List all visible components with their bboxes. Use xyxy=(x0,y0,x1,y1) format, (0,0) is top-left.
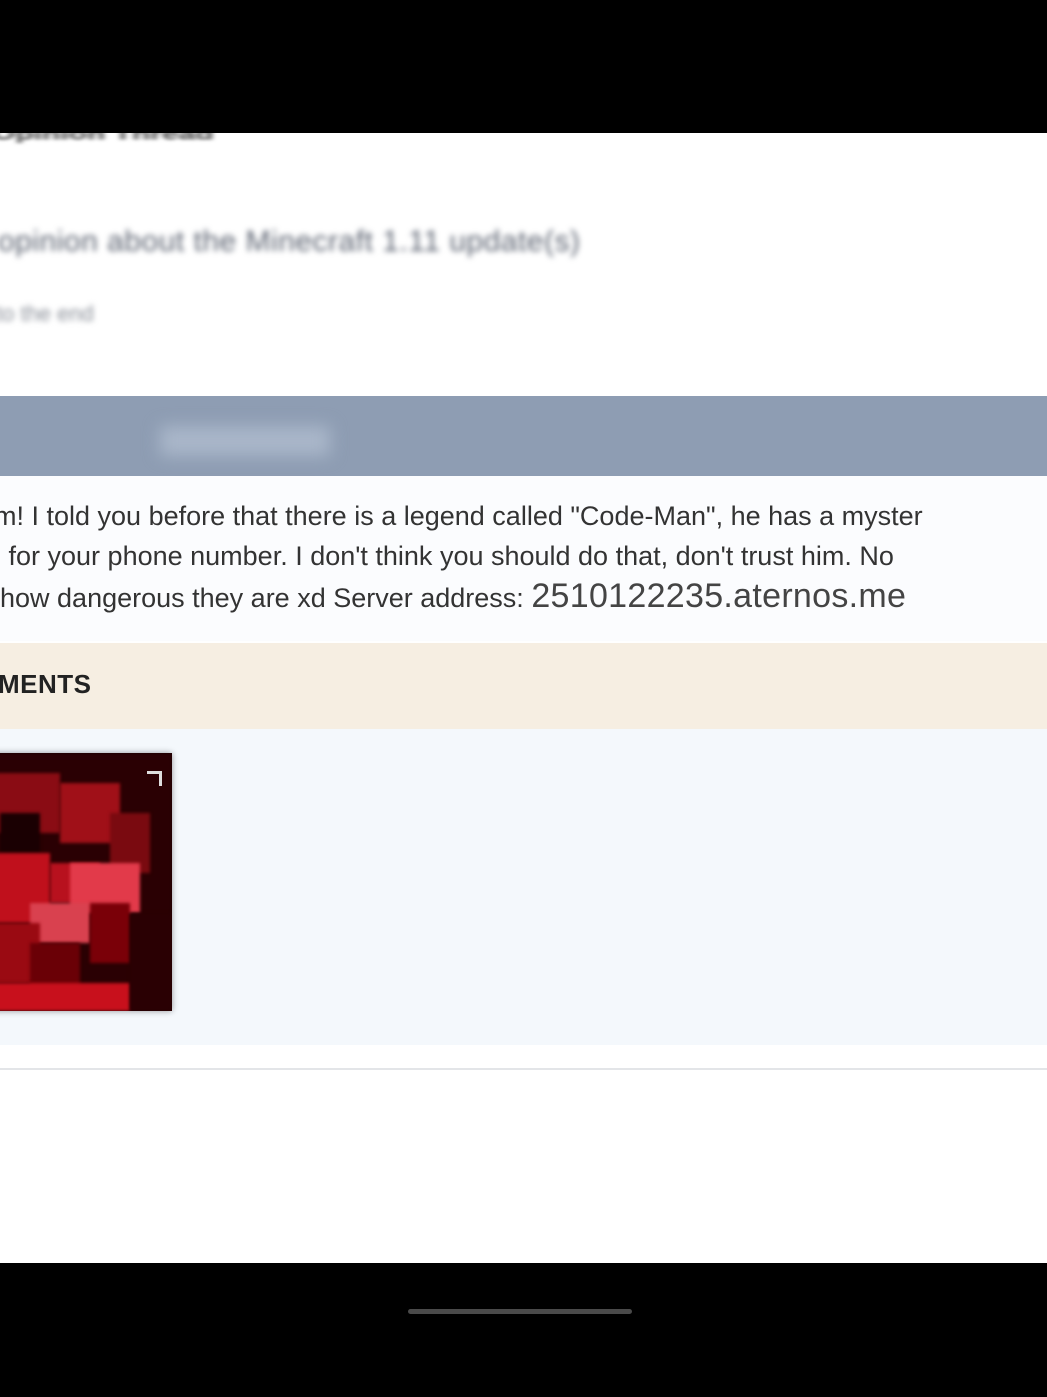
post-body: m! I told you before that there is a leg… xyxy=(0,476,1047,641)
attachments-label: MENTS xyxy=(0,669,92,699)
attachments-header: MENTS xyxy=(0,643,1047,729)
thread-subject: opinion about the Minecraft 1.11 update(… xyxy=(0,225,581,258)
home-indicator[interactable] xyxy=(408,1309,632,1314)
post-line-3-text: how dangerous they are xd Server address… xyxy=(0,583,532,613)
expand-corner-icon xyxy=(147,771,162,786)
attachments-panel xyxy=(0,729,1047,1045)
thread-title: Opinion Thread xyxy=(0,133,214,144)
post-text: m! I told you before that there is a leg… xyxy=(0,496,1047,618)
attachment-thumbnail[interactable] xyxy=(0,753,172,1011)
post-line-2: u for your phone number. I don't think y… xyxy=(0,541,894,571)
post-header-bar xyxy=(0,396,1047,476)
thread-meta: to the end xyxy=(0,301,94,326)
server-address: 2510122235.aternos.me xyxy=(531,577,907,615)
post-header-author-placeholder xyxy=(160,426,330,456)
divider xyxy=(0,1068,1047,1070)
screen: Opinion Thread opinion about the Minecra… xyxy=(0,133,1047,1263)
post-line-3: how dangerous they are xd Server address… xyxy=(0,576,1047,618)
post-line-1: m! I told you before that there is a leg… xyxy=(0,501,923,531)
